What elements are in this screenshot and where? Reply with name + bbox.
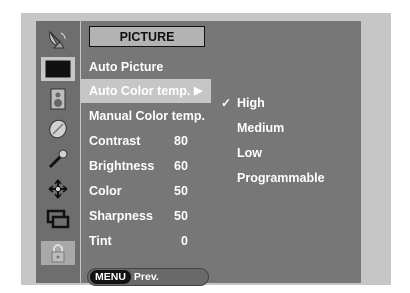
color-temp-options-panel: ✓ High Medium Low Programmable	[211, 21, 361, 283]
menu-item-value: 50	[174, 209, 188, 223]
arrows-cross-icon[interactable]	[41, 177, 75, 201]
menu-item-contrast[interactable]: Contrast 80	[89, 129, 213, 153]
menu-item-value: 50	[174, 184, 188, 198]
menu-prev-button[interactable]: MENU Prev.	[87, 268, 209, 286]
menu-item-label: Color	[89, 184, 122, 198]
option-label: Programmable	[237, 171, 325, 185]
menu-item-sharpness[interactable]: Sharpness 50	[89, 204, 213, 228]
menu-item-auto-picture[interactable]: Auto Picture	[89, 55, 213, 79]
option-programmable[interactable]: Programmable	[237, 166, 325, 190]
option-medium[interactable]: Medium	[237, 116, 284, 140]
menu-item-label: Auto Picture	[89, 60, 164, 74]
menu-item-value: 60	[174, 159, 188, 173]
menu-item-label: Auto Color temp.	[89, 84, 191, 98]
menu-item-label: Brightness	[89, 159, 155, 173]
prev-label: Prev.	[133, 271, 159, 283]
option-label: High	[237, 96, 265, 110]
key-icon[interactable]	[41, 147, 75, 171]
option-label: Low	[237, 146, 262, 160]
menu-item-value: 80	[174, 134, 188, 148]
picture-screen-icon[interactable]	[41, 57, 75, 81]
menu-title: PICTURE	[89, 26, 205, 47]
option-low[interactable]: Low	[237, 141, 262, 165]
menu-item-auto-color-temp[interactable]: Auto Color temp. ▶	[81, 79, 211, 103]
osd-screen: PICTURE Auto Picture Auto Color temp. ▶ …	[21, 13, 391, 286]
option-high[interactable]: ✓ High	[221, 91, 265, 115]
menu-item-value: 0	[181, 234, 188, 248]
pip-icon[interactable]	[41, 207, 75, 231]
menu-key-label: MENU	[90, 270, 131, 284]
clock-icon[interactable]	[41, 117, 75, 141]
menu-item-label: Tint	[89, 234, 112, 248]
menu-item-tint[interactable]: Tint 0	[89, 229, 213, 253]
menu-item-label: Manual Color temp.	[89, 109, 205, 123]
category-rail	[36, 21, 80, 283]
lock-icon[interactable]	[41, 241, 75, 265]
check-mark-icon: ✓	[221, 96, 232, 110]
option-label: Medium	[237, 121, 285, 135]
picture-menu-panel: PICTURE Auto Picture Auto Color temp. ▶ …	[81, 21, 213, 286]
menu-item-manual-color-temp[interactable]: Manual Color temp.	[89, 104, 213, 128]
menu-item-label: Contrast	[89, 134, 141, 148]
menu-item-brightness[interactable]: Brightness 60	[89, 154, 213, 178]
satellite-dish-icon[interactable]	[41, 27, 75, 51]
menu-item-label: Sharpness	[89, 209, 153, 223]
submenu-arrow-icon: ▶	[194, 85, 203, 97]
speaker-icon[interactable]	[41, 87, 75, 111]
menu-item-color[interactable]: Color 50	[89, 179, 213, 203]
